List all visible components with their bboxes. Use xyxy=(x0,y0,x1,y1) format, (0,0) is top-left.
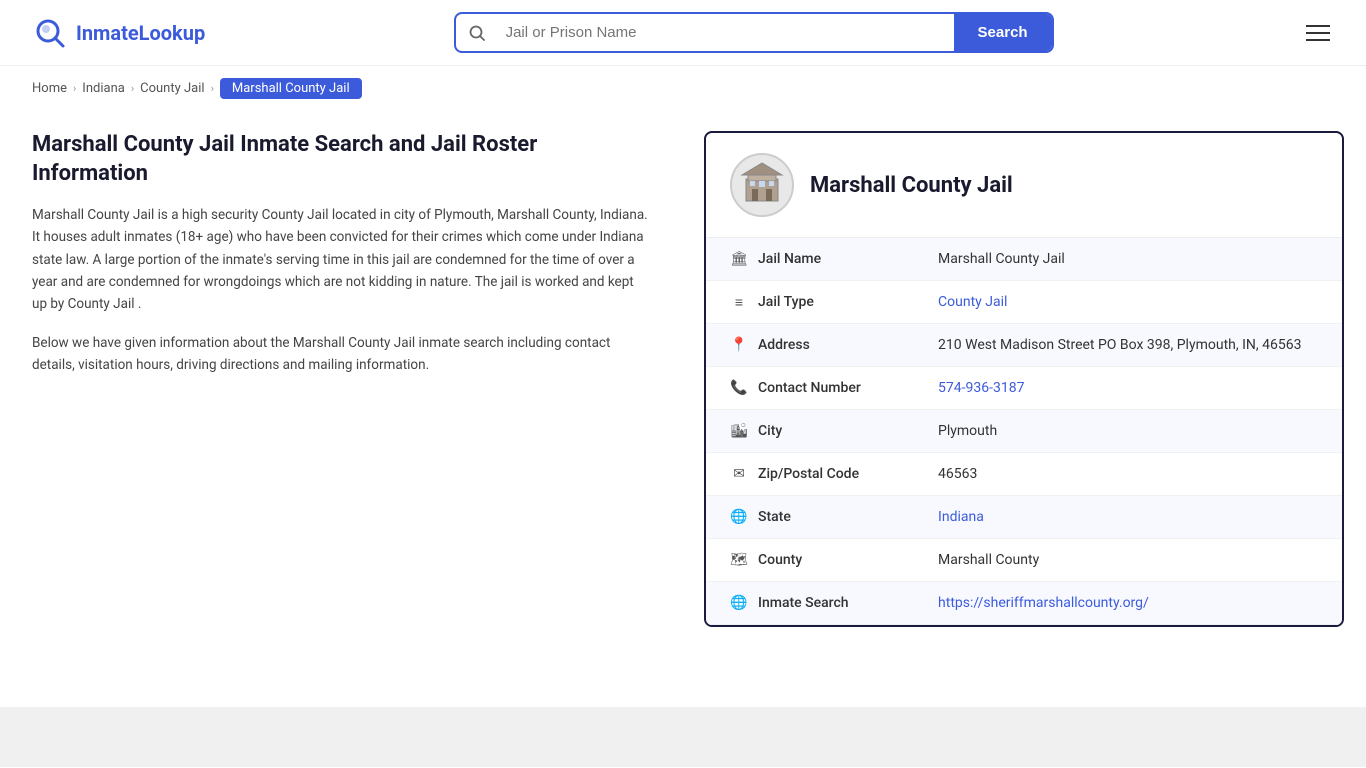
breadcrumb-chevron-2: › xyxy=(131,82,134,95)
description-paragraph-1: Marshall County Jail is a high security … xyxy=(32,204,652,315)
table-label-cell-inmate-search: 🌐 Inmate Search xyxy=(730,594,849,612)
hamburger-line-1 xyxy=(1306,25,1330,27)
table-label-cell-jail-type: ≡ Jail Type xyxy=(730,293,814,311)
breadcrumb-home[interactable]: Home xyxy=(32,81,67,96)
search-area: Search xyxy=(454,12,1054,53)
search-wrapper: Search xyxy=(454,12,1054,53)
breadcrumb-chevron-3: › xyxy=(211,82,214,95)
table-value-cell-jail-type[interactable]: County Jail xyxy=(914,281,1342,324)
table-value-cell-state[interactable]: Indiana xyxy=(914,496,1342,539)
table-value-cell-address: 210 West Madison Street PO Box 398, Plym… xyxy=(914,324,1342,367)
logo-icon xyxy=(32,15,68,51)
info-table: 🏛 Jail Name Marshall County Jail ≡ Jail … xyxy=(706,238,1342,625)
row-icon-jail-type: ≡ xyxy=(730,293,748,311)
main-content: Marshall County Jail Inmate Search and J… xyxy=(0,111,1366,647)
row-label-county: County xyxy=(758,552,802,568)
table-value-cell-city: Plymouth xyxy=(914,410,1342,453)
row-icon-jail-name: 🏛 xyxy=(730,250,748,268)
table-value-cell-zip: 46563 xyxy=(914,453,1342,496)
row-label-jail-type: Jail Type xyxy=(758,294,814,310)
table-row: 🏙 City Plymouth xyxy=(706,410,1342,453)
search-icon xyxy=(456,24,498,42)
row-icon-zip: ✉ xyxy=(730,465,748,483)
table-value-cell-county: Marshall County xyxy=(914,539,1342,582)
description-paragraph-2: Below we have given information about th… xyxy=(32,332,652,377)
table-label-cell-county: 🗺 County xyxy=(730,551,802,569)
row-link-contact-number[interactable]: 574-936-3187 xyxy=(938,380,1024,396)
table-label-cell-jail-name: 🏛 Jail Name xyxy=(730,250,821,268)
table-value-cell-inmate-search[interactable]: https://sheriffmarshallcounty.org/ xyxy=(914,582,1342,625)
row-link-state[interactable]: Indiana xyxy=(938,509,984,525)
table-row: ✉ Zip/Postal Code 46563 xyxy=(706,453,1342,496)
row-label-inmate-search: Inmate Search xyxy=(758,595,849,611)
table-row: 🏛 Jail Name Marshall County Jail xyxy=(706,238,1342,281)
row-link-inmate-search[interactable]: https://sheriffmarshallcounty.org/ xyxy=(938,595,1149,611)
table-label-cell-city: 🏙 City xyxy=(730,422,782,440)
info-card-title: Marshall County Jail xyxy=(810,173,1013,198)
table-row: 🌐 State Indiana xyxy=(706,496,1342,539)
table-row: 📞 Contact Number 574-936-3187 xyxy=(706,367,1342,410)
info-card-header: Marshall County Jail xyxy=(706,133,1342,238)
row-label-zip: Zip/Postal Code xyxy=(758,466,859,482)
row-label-city: City xyxy=(758,423,782,439)
row-icon-state: 🌐 xyxy=(730,508,748,526)
hamburger-line-2 xyxy=(1306,32,1330,34)
table-row: 🌐 Inmate Search https://sheriffmarshallc… xyxy=(706,582,1342,625)
table-label-cell-zip: ✉ Zip/Postal Code xyxy=(730,465,859,483)
row-icon-contact-number: 📞 xyxy=(730,379,748,397)
hamburger-menu-button[interactable] xyxy=(1302,21,1334,45)
row-label-state: State xyxy=(758,509,791,525)
page-heading: Marshall County Jail Inmate Search and J… xyxy=(32,131,652,188)
row-link-jail-type[interactable]: County Jail xyxy=(938,294,1007,310)
table-label-cell-contact-number: 📞 Contact Number xyxy=(730,379,861,397)
breadcrumb-current: Marshall County Jail xyxy=(220,78,362,99)
row-label-jail-name: Jail Name xyxy=(758,251,821,267)
table-row: ≡ Jail Type County Jail xyxy=(706,281,1342,324)
search-button[interactable]: Search xyxy=(954,14,1052,51)
table-value-cell-jail-name: Marshall County Jail xyxy=(914,238,1342,281)
footer-background xyxy=(0,707,1366,767)
table-label-cell-address: 📍 Address xyxy=(730,336,810,354)
table-value-cell-contact-number[interactable]: 574-936-3187 xyxy=(914,367,1342,410)
row-label-address: Address xyxy=(758,337,810,353)
logo-text: InmateLookup xyxy=(76,21,205,45)
table-row: 📍 Address 210 West Madison Street PO Box… xyxy=(706,324,1342,367)
row-icon-county: 🗺 xyxy=(730,551,748,569)
info-card: Marshall County Jail 🏛 Jail Name Marshal… xyxy=(704,131,1344,627)
logo[interactable]: InmateLookup xyxy=(32,15,205,51)
breadcrumb-chevron-1: › xyxy=(73,82,76,95)
table-row: 🗺 County Marshall County xyxy=(706,539,1342,582)
search-input[interactable] xyxy=(498,14,954,51)
left-panel: Marshall County Jail Inmate Search and J… xyxy=(32,131,672,392)
row-label-contact-number: Contact Number xyxy=(758,380,861,396)
breadcrumb-county-jail[interactable]: County Jail xyxy=(140,81,204,96)
breadcrumb-indiana[interactable]: Indiana xyxy=(82,81,125,96)
row-icon-inmate-search: 🌐 xyxy=(730,594,748,612)
site-header: InmateLookup Search xyxy=(0,0,1366,66)
table-label-cell-state: 🌐 State xyxy=(730,508,791,526)
row-icon-city: 🏙 xyxy=(730,422,748,440)
jail-avatar xyxy=(730,153,794,217)
breadcrumb: Home › Indiana › County Jail › Marshall … xyxy=(0,66,1366,111)
row-icon-address: 📍 xyxy=(730,336,748,354)
hamburger-line-3 xyxy=(1306,39,1330,41)
